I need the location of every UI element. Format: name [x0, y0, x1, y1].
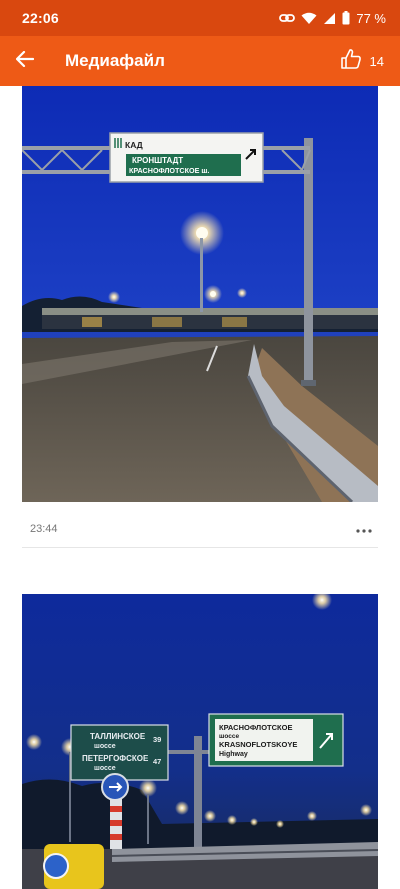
sign-right-line-2: шоссе — [219, 733, 240, 740]
media-photo-2[interactable]: ТАЛЛИНСКОЕ шоссе 39 ПЕТЕРГОФСКОЕ шоссе 4… — [22, 594, 378, 889]
back-button[interactable] — [0, 36, 50, 86]
signal-icon — [323, 12, 336, 25]
sign-destination-1: КРОНШТАДТ — [132, 156, 183, 165]
page-title: Медиафайл — [65, 51, 165, 70]
battery-icon — [342, 11, 350, 25]
sign-left-num-1: 39 — [153, 735, 161, 744]
back-arrow-icon — [15, 50, 35, 72]
like-button[interactable]: 14 — [340, 48, 400, 75]
sign-left-line-2: шоссе — [94, 743, 116, 750]
sign-left-line-1: ТАЛЛИНСКОЕ — [90, 732, 146, 741]
sign-right-line-4: Highway — [219, 751, 248, 758]
status-bar: 22:06 77 % — [0, 0, 400, 36]
sign-left-num-2: 47 — [153, 757, 161, 766]
like-count: 14 — [369, 53, 384, 69]
sign-left-line-3: ПЕТЕРГОФСКОЕ — [82, 754, 149, 763]
app-bar: Медиафайл 14 — [0, 36, 400, 86]
media-feed: КАД КРОНШТАДТ КРАСНОФЛОТСКОЕ ш. 23:44 ТА… — [0, 86, 400, 889]
sign-right-line-1: КРАСНОФЛОТСКОЕ — [219, 723, 292, 732]
sign-destination-2: КРАСНОФЛОТСКОЕ ш. — [129, 166, 209, 175]
status-icons: 77 % — [279, 11, 386, 26]
sign-left-line-4: шоссе — [94, 765, 116, 772]
battery-percent: 77 % — [356, 10, 386, 26]
link-icon — [279, 13, 296, 23]
post-meta-row: 23:44 — [22, 510, 378, 548]
sign-kad-label: КАД — [125, 140, 143, 150]
post-divider — [22, 547, 378, 548]
more-dots-icon — [356, 520, 372, 538]
media-photo-1[interactable]: КАД КРОНШТАДТ КРАСНОФЛОТСКОЕ ш. — [22, 86, 378, 502]
post-time: 23:44 — [30, 523, 58, 535]
thumbs-up-icon — [340, 48, 362, 75]
sign-right-line-3: KRASNOFLOTSKOYE — [219, 740, 297, 749]
status-time: 22:06 — [22, 10, 59, 26]
more-options-button[interactable] — [350, 515, 378, 543]
wifi-icon — [301, 12, 317, 25]
